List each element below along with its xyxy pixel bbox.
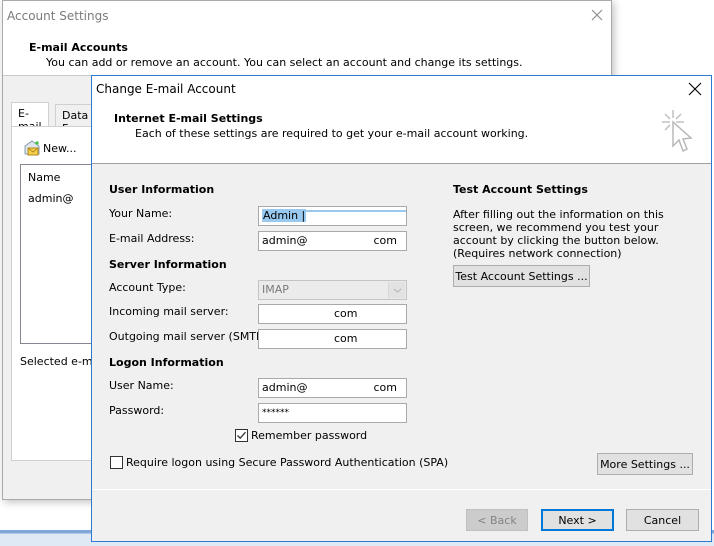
test-account-settings-button[interactable]: Test Account Settings ... — [453, 265, 590, 287]
username-value-prefix: admin@ — [262, 381, 308, 394]
new-account-button[interactable]: New... — [23, 140, 76, 156]
dialog-header: Internet E-mail Settings Each of these s… — [92, 103, 711, 164]
selection-highlight — [306, 210, 406, 222]
header-description: Each of these settings are required to g… — [135, 127, 529, 140]
header-title: Internet E-mail Settings — [114, 112, 263, 125]
account-type-value: IMAP — [262, 283, 289, 296]
header-description: You can add or remove an account. You ca… — [46, 56, 523, 69]
title-bar: Change E-mail Account — [92, 76, 711, 103]
window-header: E-mail Accounts You can add or remove an… — [3, 31, 611, 76]
checkbox-box[interactable] — [110, 456, 123, 469]
outgoing-server-label: Outgoing mail server (SMTP): — [109, 330, 271, 343]
outgoing-value-suffix: com — [334, 332, 358, 345]
window-title: Account Settings — [7, 9, 109, 23]
server-information-heading: Server Information — [109, 258, 227, 271]
password-value: ****** — [262, 408, 289, 418]
close-icon[interactable] — [688, 82, 702, 96]
test-settings-description: After filling out the information on thi… — [453, 208, 664, 260]
title-bar: Account Settings — [3, 1, 611, 31]
dropdown-arrow[interactable] — [388, 282, 405, 298]
header-title: E-mail Accounts — [29, 41, 128, 54]
logon-information-heading: Logon Information — [109, 356, 224, 369]
user-information-heading: User Information — [109, 183, 215, 196]
spa-checkbox[interactable]: Require logon using Secure Password Auth… — [110, 456, 448, 469]
new-mail-icon — [24, 140, 40, 156]
username-label: User Name: — [109, 379, 174, 392]
cursor-click-icon — [662, 110, 693, 153]
close-icon[interactable] — [590, 8, 604, 22]
cancel-button[interactable]: Cancel — [626, 509, 699, 531]
test-settings-heading: Test Account Settings — [453, 183, 588, 196]
your-name-label: Your Name: — [109, 207, 173, 220]
account-type-label: Account Type: — [109, 281, 186, 294]
outgoing-server-input[interactable]: com — [258, 329, 407, 349]
column-header-name[interactable]: Name — [28, 171, 60, 184]
remember-password-checkbox[interactable]: Remember password — [235, 429, 367, 442]
footer-divider — [92, 489, 711, 490]
incoming-value-suffix: com — [334, 307, 358, 320]
username-input[interactable]: admin@ com — [258, 378, 407, 398]
chevron-down-icon — [393, 288, 402, 293]
password-label: Password: — [109, 404, 165, 417]
tab-data-files[interactable]: Data F — [55, 104, 96, 135]
incoming-server-label: Incoming mail server: — [109, 305, 229, 318]
tab-email[interactable]: E-mail — [11, 102, 49, 133]
dialog-title: Change E-mail Account — [96, 82, 236, 96]
your-name-value: Admin | — [262, 209, 307, 222]
email-value-suffix: com — [373, 234, 397, 247]
next-button[interactable]: Next > — [541, 509, 614, 531]
account-type-select[interactable]: IMAP — [258, 280, 407, 300]
spa-label: Require logon using Secure Password Auth… — [126, 456, 449, 469]
email-value-prefix: admin@ — [262, 234, 308, 247]
more-settings-button[interactable]: More Settings ... — [597, 453, 693, 475]
back-button[interactable]: < Back — [466, 509, 528, 531]
email-address-label: E-mail Address: — [109, 232, 195, 245]
remember-password-label: Remember password — [251, 429, 368, 442]
checkbox-box[interactable] — [235, 429, 248, 442]
email-address-input[interactable]: admin@ com — [258, 231, 407, 251]
change-email-account-dialog: Change E-mail Account Internet E-mail Se… — [91, 75, 712, 542]
incoming-server-input[interactable]: com — [258, 304, 407, 324]
list-item[interactable]: admin@ — [28, 192, 73, 205]
new-label: New... — [43, 141, 77, 155]
your-name-input[interactable]: Admin | — [258, 206, 407, 226]
password-input[interactable]: ****** — [258, 403, 407, 423]
username-value-suffix: com — [373, 381, 397, 394]
checkmark-icon — [237, 431, 246, 440]
